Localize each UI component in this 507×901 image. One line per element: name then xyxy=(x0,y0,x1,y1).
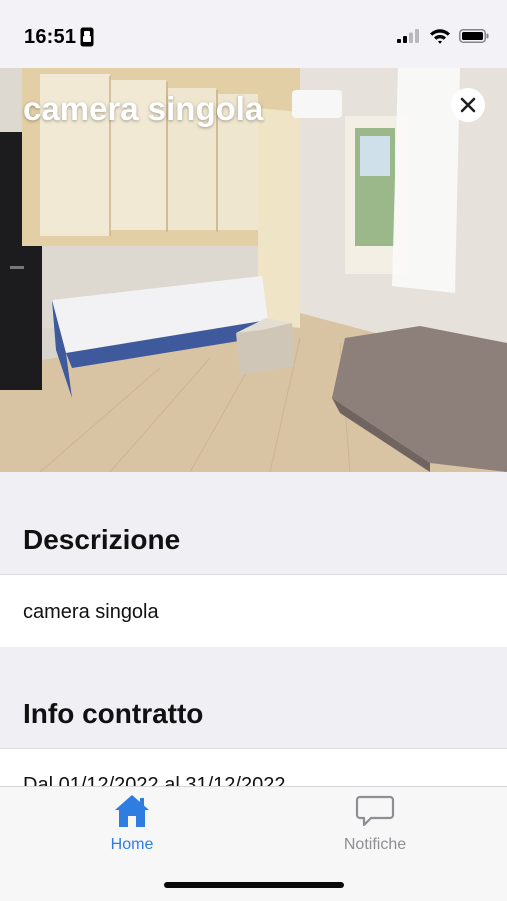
description-section-header: Descrizione xyxy=(0,472,507,574)
contract-header: Info contratto xyxy=(23,698,204,729)
orientation-lock-icon xyxy=(80,27,94,52)
room-photo: camera singola xyxy=(0,68,507,472)
description-header: Descrizione xyxy=(23,524,181,555)
status-time: 16:51 xyxy=(24,26,77,48)
description-row: camera singola xyxy=(0,574,507,648)
tab-notifiche-label: Notifiche xyxy=(343,836,407,853)
home-indicator xyxy=(164,882,344,888)
status-bar: 16:51 xyxy=(0,0,507,68)
status-icons xyxy=(397,28,489,49)
battery-icon xyxy=(459,29,489,48)
wifi-icon xyxy=(429,28,451,49)
room-photo-illustration xyxy=(0,68,507,472)
tab-notifiche[interactable]: Notifiche xyxy=(295,793,455,854)
hero-title: camera singola xyxy=(23,90,264,127)
description-text: camera singola xyxy=(23,601,159,623)
close-button[interactable] xyxy=(451,88,485,122)
speech-bubble-icon xyxy=(355,795,395,827)
signal-icon xyxy=(397,29,421,48)
tab-home[interactable]: Home xyxy=(52,793,212,854)
house-icon xyxy=(115,795,149,827)
tab-home-label: Home xyxy=(110,836,154,853)
close-icon xyxy=(460,97,476,113)
contract-section-header: Info contratto xyxy=(0,647,507,748)
